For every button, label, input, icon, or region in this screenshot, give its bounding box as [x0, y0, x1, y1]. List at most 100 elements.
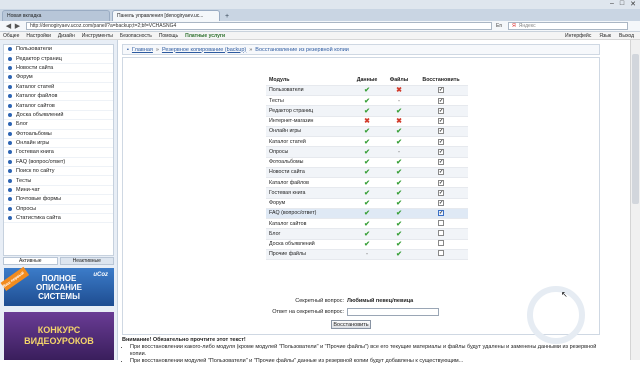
data-status: ✔	[350, 228, 384, 240]
sidebar-item[interactable]: Тесты	[4, 176, 113, 186]
check-icon: ✔	[364, 128, 370, 136]
menu-language[interactable]: Язык	[599, 33, 611, 39]
sidebar-item[interactable]: Опросы	[4, 205, 113, 215]
sidebar-item-label: Опросы	[16, 205, 37, 212]
sidebar-item[interactable]: Каталог статей	[4, 83, 113, 92]
close-window-icon[interactable]: ✕	[630, 0, 636, 8]
sidebar-item[interactable]: Поиск по сайту	[4, 167, 113, 177]
menu-security[interactable]: Безопасность	[120, 33, 152, 39]
module-bullet-icon	[8, 141, 12, 146]
sidebar-item[interactable]: Каталог сайтов	[4, 101, 113, 111]
sidebar-item[interactable]: Каталог файлов	[4, 92, 113, 102]
restore-checkbox[interactable]: ✓	[438, 179, 444, 186]
restore-checkbox[interactable]: ✓	[438, 128, 444, 135]
data-status: ✔	[350, 218, 384, 230]
sidebar-item[interactable]: Новости сайта	[4, 64, 113, 74]
module-name: Онлайн игры	[266, 126, 350, 138]
breadcrumb-home[interactable]: Главная	[132, 47, 153, 53]
files-status: -	[384, 95, 414, 107]
sidebar-item[interactable]: Мини-чат	[4, 186, 113, 196]
restore-checkbox[interactable]: ✓	[438, 200, 444, 207]
maximize-icon[interactable]: □	[620, 0, 624, 8]
menu-interface[interactable]: Интерфейс	[565, 33, 591, 39]
restore-checkbox[interactable]	[438, 250, 444, 257]
restore-checkbox[interactable]: ✓	[438, 87, 444, 94]
sidebar-item[interactable]: Статистика сайта	[4, 214, 113, 224]
restore-checkbox[interactable]: ✓	[438, 189, 444, 196]
sidebar-item[interactable]: FAQ (вопрос/ответ)	[4, 158, 113, 168]
breadcrumb: ▪ Главная » Резервное копирование (backu…	[122, 44, 600, 55]
menu-tools[interactable]: Инструменты	[82, 33, 113, 39]
restore-checkbox[interactable]: ✓	[438, 118, 444, 125]
module-bullet-icon	[8, 169, 12, 174]
search-input[interactable]: Я Яндекс	[508, 22, 629, 30]
sidebar-item[interactable]: Фотоальбомы	[4, 130, 113, 139]
tab-active-modules[interactable]: Активные	[3, 257, 58, 265]
restore-checkbox[interactable]: ✓	[438, 107, 444, 114]
files-status: ✔	[384, 126, 414, 138]
sidebar-item[interactable]: Форум	[4, 73, 113, 83]
menu-help[interactable]: Помощь	[159, 33, 178, 39]
menu-design[interactable]: Дизайн	[58, 33, 75, 39]
sidebar-item-label: Поиск по сайту	[16, 168, 55, 175]
tab-new[interactable]: Новая вкладка	[2, 10, 110, 21]
restore-checkbox[interactable]: ✓	[438, 148, 444, 155]
restore-checkbox[interactable]	[438, 229, 444, 236]
sidebar-item-label: Мини-чат	[16, 187, 40, 194]
module-name: Каталог сайтов	[266, 218, 350, 230]
check-icon: ✔	[364, 138, 370, 146]
restore-checkbox[interactable]	[438, 219, 444, 226]
module-name: Каталог файлов	[266, 177, 350, 189]
check-icon: ✔	[396, 210, 402, 218]
banner2-line1: КОНКУРС	[37, 325, 81, 335]
sidebar-item[interactable]: Доска объявлений	[4, 111, 113, 121]
modules-table: Модуль Данные Файлы Восстановить Пользов…	[266, 75, 468, 261]
sidebar-item[interactable]: Редактор страниц	[4, 54, 113, 64]
sidebar-item[interactable]: Гостевая книга	[4, 148, 113, 158]
minimize-icon[interactable]: –	[610, 0, 614, 8]
restore-checkbox[interactable]: ✓	[438, 97, 444, 104]
sidebar-item[interactable]: Пользователи	[4, 45, 113, 55]
scrollbar-thumb[interactable]	[632, 54, 639, 204]
module-name: Интернет-магазин	[266, 116, 350, 127]
sidebar-item[interactable]: Почтовые формы	[4, 195, 113, 205]
tab-panel[interactable]: Панель управления [denogiryaev.uc...	[112, 10, 220, 21]
sidebar-item-label: Гостевая книга	[16, 149, 54, 156]
url-input[interactable]: http://denogiryaev.ucoz.com/panel/?a=bac…	[26, 22, 492, 30]
lang-indicator[interactable]: En	[496, 23, 502, 29]
restore-checkbox[interactable]: ✓	[438, 159, 444, 166]
menu-logout[interactable]: Выход	[619, 33, 634, 39]
sidebar: Пользователи Редактор страниц Новости сайт…	[0, 40, 118, 360]
video-contest-banner[interactable]: КОНКУРС ВИДЕОУРОКОВ	[4, 312, 114, 360]
menu-general[interactable]: Общее	[3, 33, 19, 39]
restore-checkbox[interactable]: ✓	[438, 138, 444, 145]
check-icon: ✔	[364, 220, 370, 228]
menu-settings[interactable]: Настройки	[26, 33, 51, 39]
module-bullet-icon	[8, 159, 12, 164]
module-bullet-icon	[8, 65, 12, 70]
menu-paid-services[interactable]: Платные услуги	[185, 33, 225, 39]
restore-checkbox[interactable]: ✓	[438, 169, 444, 176]
restore-checkbox[interactable]	[438, 240, 444, 247]
page-scrollbar[interactable]	[630, 40, 640, 360]
files-status: ✔	[384, 249, 414, 261]
module-name: FAQ (вопрос/ответ)	[266, 208, 350, 220]
files-status: ✔	[384, 228, 414, 240]
sidebar-item[interactable]: Онлайн игры	[4, 139, 113, 149]
panel-menubar: Общее Настройки Дизайн Инструменты Безоп…	[0, 32, 640, 40]
module-name: Доска объявлений	[266, 239, 350, 250]
sidebar-item[interactable]: Блог	[4, 120, 113, 130]
ucoz-description-banner[interactable]: Ваш первый uCoz ПОЛНОЕ ОПИСАНИЕ СИСТЕМЫ	[0, 266, 114, 306]
forward-icon[interactable]: ▶	[13, 22, 22, 30]
table-row: Интернет-магазин ✖ ✖ ✓	[266, 116, 468, 127]
breadcrumb-backup[interactable]: Резервное копирование (backup)	[162, 47, 246, 53]
secret-answer-input[interactable]	[347, 308, 439, 316]
restore-cell: ✓	[414, 136, 468, 148]
data-status: ✔	[350, 85, 384, 97]
module-bullet-icon	[8, 112, 12, 117]
back-icon[interactable]: ◀	[4, 22, 13, 30]
new-tab-icon[interactable]: +	[222, 12, 232, 21]
tab-inactive-modules[interactable]: Неактивные	[59, 257, 114, 265]
restore-checkbox[interactable]: ✓	[438, 210, 444, 217]
restore-button[interactable]: Восстановить	[331, 320, 371, 329]
